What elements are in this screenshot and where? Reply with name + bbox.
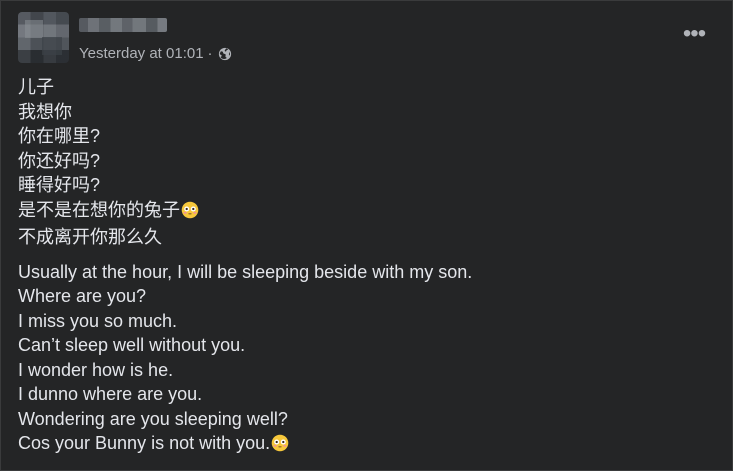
globe-icon[interactable] [218, 47, 233, 62]
post-text-line: Where are you? [18, 286, 147, 306]
post-text-segment: Cos your Bunny is not with you. [18, 433, 271, 453]
post-text-line: 睡得好吗? [18, 175, 101, 195]
post-text-line: I wonder how is he. [18, 359, 174, 380]
post-options-button[interactable]: ••• [681, 22, 707, 46]
post-header: Yesterday at 01:01 · ••• [18, 12, 715, 68]
post-text-line: 你在哪里? [18, 126, 101, 146]
more-horizontal-icon[interactable]: ••• [683, 22, 706, 46]
post-content: 儿子 我想你 你在哪里? 你还好吗? 睡得好吗? 是不是在想你的兔子 不成离开你… [18, 75, 715, 459]
author-name-blurred[interactable] [79, 18, 167, 32]
post-text-line: 不成离开你那么久 [18, 227, 162, 247]
post-text-line-with-emoji: Cos your Bunny is not with you. [18, 431, 715, 459]
post-meta: Yesterday at 01:01 · [79, 45, 233, 63]
post-text-line: I miss you so much. [18, 310, 178, 331]
meta-separator: · [207, 45, 213, 62]
post-text-line: Can’t sleep well without you. [18, 335, 246, 355]
post-text-line: 我想你 [18, 101, 72, 122]
flushed-face-emoji-icon [181, 201, 199, 226]
post-timestamp[interactable]: Yesterday at 01:01 [79, 45, 204, 63]
avatar-blurred[interactable] [18, 12, 69, 63]
post-text-line: I dunno where are you. [18, 384, 203, 404]
post-text-segment: 是不是在想你的兔子 [18, 199, 180, 220]
post-text-line: Usually at the hour, I will be sleeping … [18, 261, 473, 282]
post-text-line: Wondering are you sleeping well? [18, 408, 288, 429]
post-text-line-with-emoji: 是不是在想你的兔子 [18, 198, 715, 226]
post-text-line: 你还好吗? [18, 150, 101, 171]
post-text-line: 儿子 [18, 77, 54, 97]
facebook-post: Yesterday at 01:01 · ••• 儿子 我想你 你在哪里? 你还… [0, 0, 733, 471]
flushed-face-emoji-icon [271, 434, 289, 459]
